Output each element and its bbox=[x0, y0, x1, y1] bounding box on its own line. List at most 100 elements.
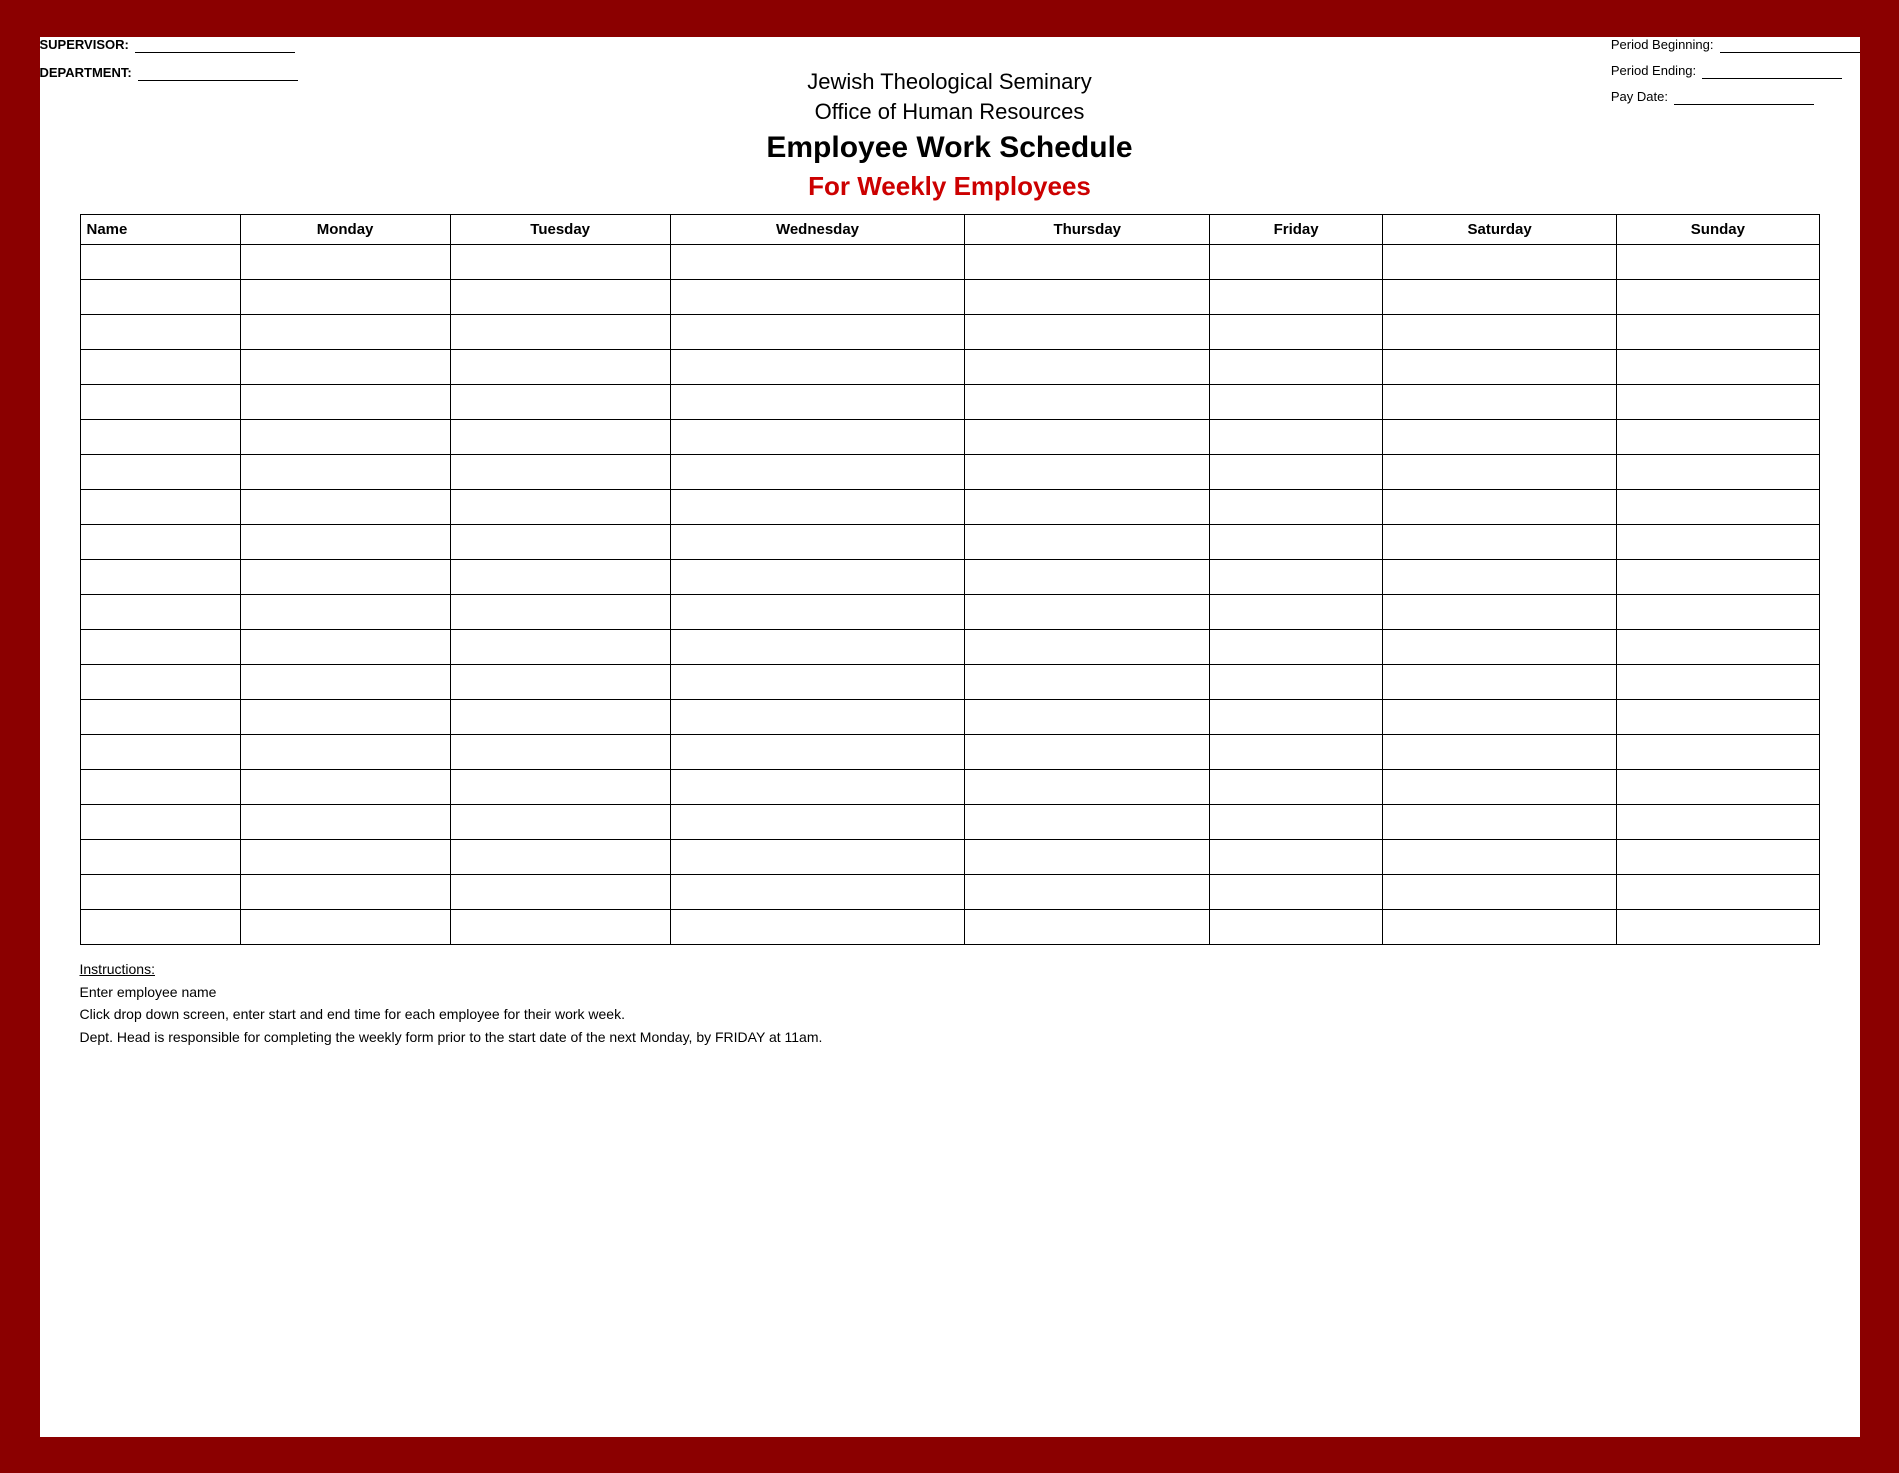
schedule-cell[interactable] bbox=[240, 315, 450, 385]
schedule-cell[interactable] bbox=[450, 315, 670, 385]
schedule-cell[interactable] bbox=[670, 595, 965, 665]
schedule-cell[interactable] bbox=[1383, 805, 1617, 875]
period-ending-row: Period Ending: bbox=[1611, 63, 1860, 79]
schedule-cell[interactable] bbox=[1383, 875, 1617, 945]
schedule-cell[interactable] bbox=[1617, 735, 1819, 805]
schedule-cell[interactable] bbox=[240, 245, 450, 315]
schedule-cell[interactable] bbox=[240, 805, 450, 875]
pay-date-input[interactable] bbox=[1674, 89, 1814, 105]
table-row[interactable] bbox=[80, 595, 1819, 665]
period-ending-input[interactable] bbox=[1702, 63, 1842, 79]
schedule-cell[interactable] bbox=[1383, 315, 1617, 385]
period-beginning-input[interactable] bbox=[1720, 37, 1860, 53]
table-row[interactable] bbox=[80, 735, 1819, 805]
schedule-cell[interactable] bbox=[670, 455, 965, 525]
schedule-cell[interactable] bbox=[240, 385, 450, 455]
schedule-cell[interactable] bbox=[965, 455, 1210, 525]
schedule-cell[interactable] bbox=[1617, 875, 1819, 945]
table-row[interactable] bbox=[80, 315, 1819, 385]
schedule-cell[interactable] bbox=[1617, 595, 1819, 665]
schedule-cell[interactable] bbox=[1210, 805, 1383, 875]
schedule-cell[interactable] bbox=[1210, 245, 1383, 315]
schedule-cell[interactable] bbox=[1617, 455, 1819, 525]
schedule-cell[interactable] bbox=[965, 665, 1210, 735]
schedule-cell[interactable] bbox=[240, 525, 450, 595]
schedule-cell[interactable] bbox=[450, 455, 670, 525]
name-cell[interactable] bbox=[80, 875, 240, 945]
schedule-cell[interactable] bbox=[1617, 525, 1819, 595]
schedule-cell[interactable] bbox=[450, 245, 670, 315]
schedule-cell[interactable] bbox=[1210, 735, 1383, 805]
schedule-cell[interactable] bbox=[240, 665, 450, 735]
col-name: Name bbox=[80, 215, 240, 245]
schedule-cell[interactable] bbox=[1210, 315, 1383, 385]
schedule-cell[interactable] bbox=[1383, 665, 1617, 735]
schedule-cell[interactable] bbox=[1210, 525, 1383, 595]
name-cell[interactable] bbox=[80, 245, 240, 315]
schedule-cell[interactable] bbox=[1210, 455, 1383, 525]
supervisor-label: SUPERVISOR: bbox=[40, 37, 129, 52]
table-row[interactable] bbox=[80, 245, 1819, 315]
name-cell[interactable] bbox=[80, 315, 240, 385]
schedule-cell[interactable] bbox=[1617, 665, 1819, 735]
schedule-cell[interactable] bbox=[240, 595, 450, 665]
schedule-cell[interactable] bbox=[965, 875, 1210, 945]
period-ending-label: Period Ending: bbox=[1611, 63, 1696, 78]
name-cell[interactable] bbox=[80, 455, 240, 525]
name-cell[interactable] bbox=[80, 595, 240, 665]
schedule-cell[interactable] bbox=[670, 735, 965, 805]
schedule-cell[interactable] bbox=[450, 735, 670, 805]
schedule-cell[interactable] bbox=[965, 315, 1210, 385]
name-cell[interactable] bbox=[80, 665, 240, 735]
schedule-cell[interactable] bbox=[450, 875, 670, 945]
schedule-cell[interactable] bbox=[240, 455, 450, 525]
schedule-cell[interactable] bbox=[450, 385, 670, 455]
schedule-cell[interactable] bbox=[670, 805, 965, 875]
schedule-cell[interactable] bbox=[450, 595, 670, 665]
name-cell[interactable] bbox=[80, 525, 240, 595]
schedule-cell[interactable] bbox=[1210, 385, 1383, 455]
table-row[interactable] bbox=[80, 805, 1819, 875]
schedule-cell[interactable] bbox=[240, 875, 450, 945]
schedule-cell[interactable] bbox=[670, 315, 965, 385]
schedule-cell[interactable] bbox=[670, 665, 965, 735]
schedule-cell[interactable] bbox=[670, 245, 965, 315]
schedule-cell[interactable] bbox=[1210, 665, 1383, 735]
schedule-cell[interactable] bbox=[240, 735, 450, 805]
schedule-cell[interactable] bbox=[965, 525, 1210, 595]
table-row[interactable] bbox=[80, 875, 1819, 945]
schedule-cell[interactable] bbox=[1617, 315, 1819, 385]
schedule-cell[interactable] bbox=[1617, 385, 1819, 455]
table-row[interactable] bbox=[80, 385, 1819, 455]
schedule-cell[interactable] bbox=[965, 245, 1210, 315]
schedule-cell[interactable] bbox=[1617, 245, 1819, 315]
pay-date-row: Pay Date: bbox=[1611, 89, 1860, 105]
schedule-cell[interactable] bbox=[965, 385, 1210, 455]
schedule-cell[interactable] bbox=[450, 525, 670, 595]
schedule-cell[interactable] bbox=[1210, 595, 1383, 665]
schedule-cell[interactable] bbox=[450, 805, 670, 875]
schedule-cell[interactable] bbox=[1383, 455, 1617, 525]
schedule-cell[interactable] bbox=[450, 665, 670, 735]
instruction-line-2: Click drop down screen, enter start and … bbox=[80, 1003, 1820, 1025]
table-row[interactable] bbox=[80, 525, 1819, 595]
schedule-cell[interactable] bbox=[1210, 875, 1383, 945]
schedule-cell[interactable] bbox=[965, 805, 1210, 875]
schedule-cell[interactable] bbox=[1383, 245, 1617, 315]
name-cell[interactable] bbox=[80, 805, 240, 875]
schedule-cell[interactable] bbox=[1383, 735, 1617, 805]
table-row[interactable] bbox=[80, 455, 1819, 525]
schedule-cell[interactable] bbox=[1383, 385, 1617, 455]
schedule-cell[interactable] bbox=[965, 595, 1210, 665]
name-cell[interactable] bbox=[80, 735, 240, 805]
schedule-cell[interactable] bbox=[1383, 525, 1617, 595]
schedule-cell[interactable] bbox=[670, 525, 965, 595]
schedule-cell[interactable] bbox=[1383, 595, 1617, 665]
schedule-cell[interactable] bbox=[965, 735, 1210, 805]
schedule-cell[interactable] bbox=[670, 385, 965, 455]
table-row[interactable] bbox=[80, 665, 1819, 735]
schedule-cell[interactable] bbox=[1617, 805, 1819, 875]
supervisor-input-line[interactable] bbox=[135, 37, 295, 53]
name-cell[interactable] bbox=[80, 385, 240, 455]
schedule-cell[interactable] bbox=[670, 875, 965, 945]
